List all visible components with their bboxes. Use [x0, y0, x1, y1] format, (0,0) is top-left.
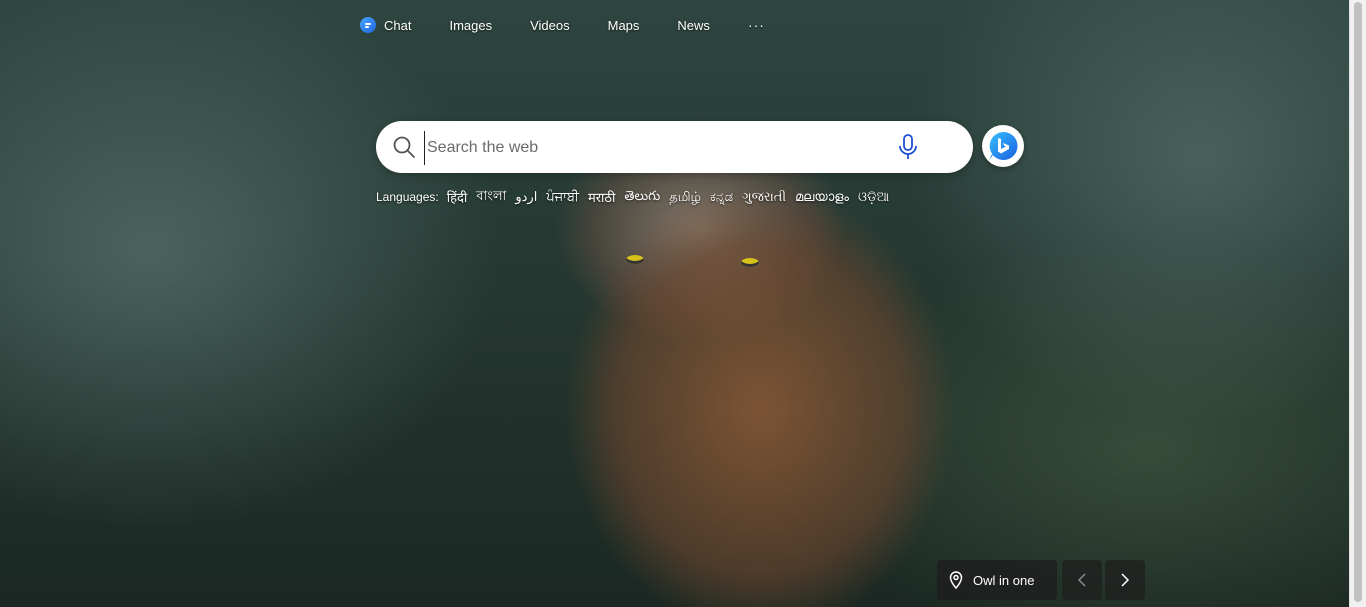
- bing-logo-icon: [989, 131, 1018, 160]
- language-link-marathi[interactable]: मराठी: [588, 188, 615, 206]
- nav-chat-label: Chat: [384, 17, 412, 33]
- nav-images[interactable]: Images: [449, 18, 492, 33]
- nav-more-button[interactable]: ···: [748, 17, 765, 33]
- top-navigation: Chat Images Videos Maps News ···: [360, 14, 765, 36]
- language-link-tamil[interactable]: தமிழ்: [669, 189, 701, 206]
- language-link-odia[interactable]: ଓଡ଼ିଆ: [858, 189, 889, 205]
- nav-news[interactable]: News: [677, 18, 710, 33]
- previous-image-button[interactable]: [1062, 560, 1102, 600]
- search-input[interactable]: [424, 131, 879, 165]
- nav-maps[interactable]: Maps: [608, 18, 640, 33]
- microphone-icon[interactable]: [897, 134, 919, 160]
- language-link-punjabi[interactable]: ਪੰਜਾਬੀ: [546, 189, 579, 205]
- search-icon: [393, 136, 415, 158]
- owl-eye-right: [741, 258, 759, 267]
- image-caption-button[interactable]: Owl in one: [937, 560, 1057, 600]
- search-box: [376, 121, 973, 173]
- language-link-malayalam[interactable]: മലയാളം: [795, 189, 849, 205]
- nav-videos[interactable]: Videos: [530, 18, 570, 33]
- next-image-button[interactable]: [1105, 560, 1145, 600]
- page-scrollbar[interactable]: [1349, 0, 1366, 607]
- owl-eye-left: [626, 255, 644, 264]
- language-link-kannada[interactable]: ಕನ್ನಡ: [710, 189, 733, 205]
- bing-chat-button[interactable]: [982, 125, 1024, 167]
- language-link-gujarati[interactable]: ગુજરાતી: [742, 189, 786, 205]
- chevron-left-icon: [1077, 573, 1086, 587]
- language-link-urdu[interactable]: اردو: [515, 189, 537, 205]
- languages-bar: Languages: हिंदी বাংলা اردو ਪੰਜਾਬੀ मराठी…: [376, 187, 898, 207]
- nav-chat[interactable]: Chat: [360, 17, 411, 33]
- language-link-hindi[interactable]: हिंदी: [447, 188, 468, 206]
- chat-icon: [360, 17, 376, 33]
- image-caption-label: Owl in one: [973, 572, 1035, 588]
- languages-label: Languages:: [376, 190, 439, 204]
- background-image: [0, 0, 1350, 607]
- location-pin-icon: [949, 571, 963, 589]
- chevron-right-icon: [1121, 573, 1130, 587]
- language-link-telugu[interactable]: తెలుగు: [624, 188, 660, 207]
- scrollbar-thumb[interactable]: [1354, 2, 1362, 602]
- language-link-bengali[interactable]: বাংলা: [476, 187, 506, 208]
